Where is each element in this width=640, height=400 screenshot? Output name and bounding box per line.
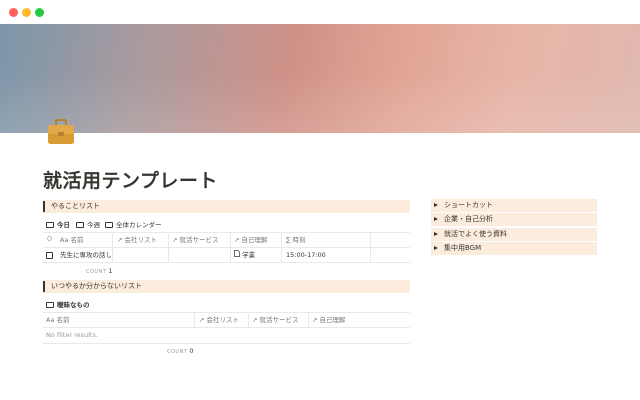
minimize-window-button[interactable] (22, 8, 31, 17)
todo-heading-callout[interactable]: やることリスト (43, 200, 410, 213)
column-label: 自己理解 (241, 236, 268, 244)
time-column-header[interactable]: ∑ 時刻 (286, 235, 305, 245)
row-checkbox[interactable] (46, 252, 53, 259)
name-column-header[interactable]: Aa 名前 (60, 235, 84, 245)
page-cover-image[interactable] (0, 24, 640, 133)
tab-ambiguous[interactable]: 曖昧なもの (46, 298, 90, 313)
divider (43, 327, 410, 328)
toggle-label: 就活でよく使う資料 (444, 230, 507, 238)
calendar-icon (105, 222, 113, 228)
column-label: 会社リスト (206, 316, 240, 324)
column-divider[interactable] (308, 312, 309, 327)
todo-heading: やることリスト (51, 202, 100, 210)
column-label: 名前 (70, 236, 84, 244)
sun-icon (47, 236, 52, 241)
toggle-company-self-analysis[interactable]: 企業・自己分析 (431, 213, 597, 226)
relation-arrow-icon: ↗ (172, 236, 178, 244)
table-icon (46, 302, 54, 308)
relation-arrow-icon: ↗ (252, 316, 258, 324)
unknown-heading: いつやるか分からないリスト (51, 282, 142, 290)
divider (43, 343, 410, 344)
formula-icon: ∑ (286, 236, 291, 244)
toggle-focus-bgm[interactable]: 集中用BGM (431, 242, 597, 255)
relation-arrow-icon: ↗ (199, 316, 205, 324)
empty-state-text: No filter results. (46, 331, 98, 339)
name-column-header[interactable]: Aa 名前 (46, 315, 70, 325)
toggle-label: 企業・自己分析 (444, 215, 493, 223)
page-title[interactable]: 就活用テンプレート (43, 166, 218, 193)
triangle-right-icon[interactable] (434, 232, 438, 236)
divider (43, 232, 410, 233)
column-label: 時刻 (292, 236, 306, 244)
calendar-icon (76, 222, 84, 228)
callout-bar (43, 281, 45, 292)
maximize-window-button[interactable] (35, 8, 44, 17)
job-service-column-header[interactable]: ↗ 就活サービス (252, 315, 299, 325)
column-label: 会社リスト (124, 236, 158, 244)
row-self[interactable]: 学業 (234, 250, 255, 260)
divider (43, 247, 410, 248)
todo-count[interactable]: COUNT 1 (86, 267, 113, 275)
text-icon: Aa (46, 316, 55, 324)
divider (43, 262, 410, 263)
count-value: 1 (108, 267, 114, 275)
toggle-label: ショートカット (444, 201, 493, 209)
tab-label: 今日 (57, 221, 70, 229)
tab-label: 今週 (87, 221, 100, 229)
relation-arrow-icon: ↗ (234, 236, 240, 244)
unknown-view-tabs: 曖昧なもの (43, 298, 410, 313)
row-name[interactable]: 先生に専攻の話し (60, 250, 111, 260)
column-divider[interactable] (248, 312, 249, 327)
text-icon: Aa (60, 236, 69, 244)
close-window-button[interactable] (9, 8, 18, 17)
table-icon (46, 222, 54, 228)
tab-label: 曖昧なもの (57, 301, 90, 309)
company-column-header[interactable]: ↗ 会社リスト (199, 315, 239, 325)
triangle-right-icon[interactable] (434, 203, 438, 207)
job-service-column-header[interactable]: ↗ 就活サービス (172, 235, 219, 245)
tab-all-calendar[interactable]: 全体カレンダー (105, 218, 162, 232)
toggle-label: 集中用BGM (444, 244, 482, 252)
todo-view-tabs: 今日 今週 全体カレンダー (43, 218, 410, 233)
briefcase-icon[interactable] (46, 117, 76, 147)
relation-arrow-icon: ↗ (312, 316, 318, 324)
unknown-count[interactable]: COUNT 0 (167, 347, 194, 355)
status-header[interactable] (46, 235, 53, 245)
document-icon (234, 250, 242, 259)
column-label: 名前 (56, 316, 70, 324)
tab-today[interactable]: 今日 (46, 218, 70, 233)
triangle-right-icon[interactable] (434, 246, 438, 250)
relation-value: 学業 (242, 251, 256, 259)
callout-bar (43, 201, 45, 212)
column-divider[interactable] (194, 312, 195, 327)
relation-arrow-icon: ↗ (117, 236, 123, 244)
count-label: COUNT (167, 349, 188, 355)
row-time[interactable]: 15:00-17:00 (286, 250, 326, 260)
column-label: 自己理解 (319, 316, 346, 324)
company-column-header[interactable]: ↗ 会社リスト (117, 235, 157, 245)
count-label: COUNT (86, 269, 107, 275)
unknown-heading-callout[interactable]: いつやるか分からないリスト (43, 280, 410, 293)
toggle-shortcuts[interactable]: ショートカット (431, 199, 597, 212)
window-titlebar (0, 0, 640, 24)
count-value: 0 (189, 347, 195, 355)
tab-this-week[interactable]: 今週 (76, 218, 100, 232)
self-column-header[interactable]: ↗ 自己理解 (234, 235, 268, 245)
triangle-right-icon[interactable] (434, 217, 438, 221)
column-label: 就活サービス (259, 316, 299, 324)
divider (43, 312, 410, 313)
self-column-header[interactable]: ↗ 自己理解 (312, 315, 346, 325)
tab-label: 全体カレンダー (116, 221, 162, 229)
toggle-job-materials[interactable]: 就活でよく使う資料 (431, 228, 597, 241)
column-label: 就活サービス (179, 236, 219, 244)
